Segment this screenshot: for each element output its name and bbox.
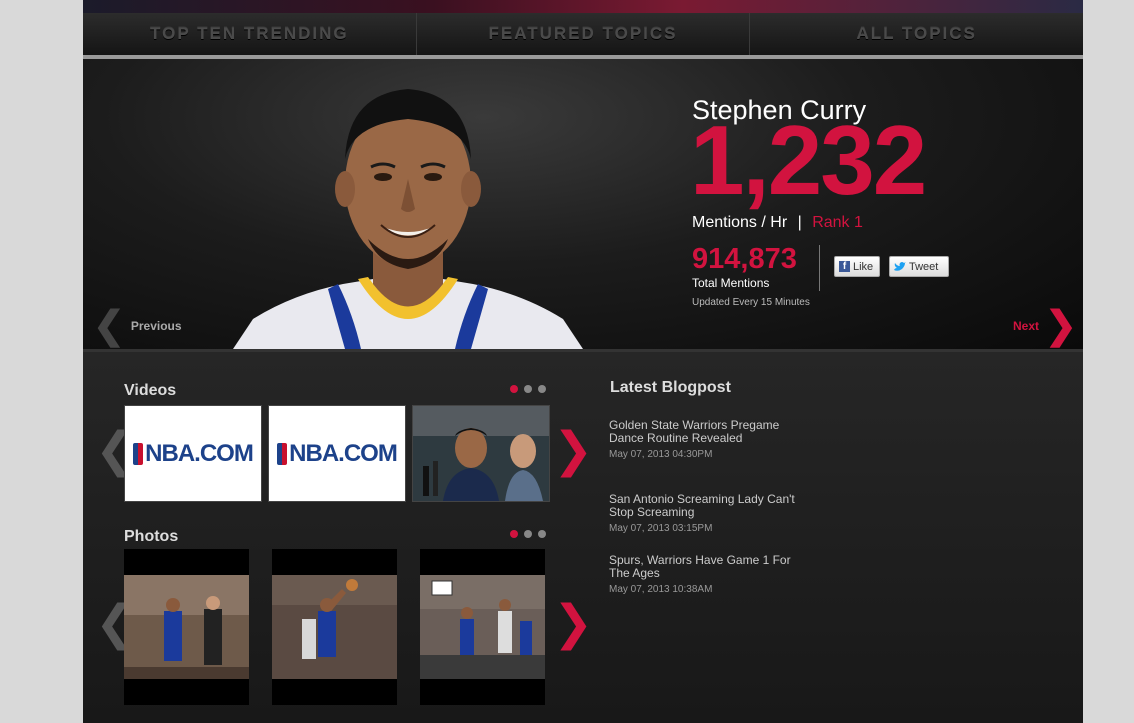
chevron-left-icon: ❮ xyxy=(93,305,125,347)
videos-page-dot-1[interactable] xyxy=(510,385,518,393)
photo-thumb-1[interactable] xyxy=(124,549,249,705)
blog-post-date: May 07, 2013 10:38AM xyxy=(609,584,713,595)
rank-label: Rank 1 xyxy=(812,214,863,231)
total-mentions-label: Total Mentions xyxy=(692,276,770,290)
media-section: Videos ❮ NBA.COM NBA.COM ❯ Photos ❮ ❯ La… xyxy=(83,352,1083,723)
game-photo-1 xyxy=(124,549,249,705)
blog-post-1: Golden State Warriors Pregame Dance Rout… xyxy=(609,419,799,461)
nba-logo: NBA.COM xyxy=(125,406,261,501)
nba-logo-icon xyxy=(277,442,288,465)
videos-page-dot-3[interactable] xyxy=(538,385,546,393)
separator: | xyxy=(797,214,802,231)
photos-title: Photos xyxy=(124,528,179,545)
mentions-per-hour-value: 1,232 xyxy=(690,105,927,215)
tweet-label: Tweet xyxy=(909,260,939,273)
next-label: Next xyxy=(1013,319,1040,333)
photo-thumb-2[interactable] xyxy=(272,549,397,705)
photos-pager xyxy=(510,530,546,538)
previous-button[interactable]: ❮ Previous xyxy=(93,307,182,345)
latest-blogpost-title: Latest Blogpost xyxy=(610,379,731,396)
blog-post-link[interactable]: Golden State Warriors Pregame Dance Rout… xyxy=(609,419,799,445)
previous-label: Previous xyxy=(130,319,182,333)
blog-post-date: May 07, 2013 04:30PM xyxy=(609,449,713,460)
blog-post-date: May 07, 2013 03:15PM xyxy=(609,523,713,534)
hero-panel: Stephen Curry 1,232 Mentions / Hr | Rank… xyxy=(83,59,1083,349)
photos-page-dot-2[interactable] xyxy=(524,530,532,538)
nba-logo: NBA.COM xyxy=(269,406,405,501)
nba-logo-icon xyxy=(133,442,144,465)
nba-logo-text: NBA.COM xyxy=(145,439,254,467)
videos-pager xyxy=(510,385,546,393)
facebook-icon: f xyxy=(839,261,850,272)
page-container: TOP TEN TRENDING FEATURED TOPICS ALL TOP… xyxy=(83,0,1083,723)
videos-page-dot-2[interactable] xyxy=(524,385,532,393)
player-photo xyxy=(233,89,583,349)
videos-title: Videos xyxy=(124,382,177,399)
next-button[interactable]: Next ❯ xyxy=(1013,307,1077,345)
photos-page-dot-3[interactable] xyxy=(538,530,546,538)
tab-top-ten-trending[interactable]: TOP TEN TRENDING xyxy=(83,13,417,55)
tab-all-topics[interactable]: ALL TOPICS xyxy=(750,13,1083,55)
video-thumb-3[interactable] xyxy=(412,405,550,502)
mentions-label: Mentions / Hr xyxy=(692,214,788,231)
tweet-button[interactable]: Tweet xyxy=(889,256,949,277)
photo-thumb-3[interactable] xyxy=(420,549,545,705)
facebook-like-button[interactable]: f Like xyxy=(834,256,880,277)
nba-logo-text: NBA.COM xyxy=(289,439,398,467)
game-photo-3 xyxy=(420,549,545,705)
like-label: Like xyxy=(853,260,874,273)
video-thumb-2[interactable]: NBA.COM xyxy=(268,405,406,502)
main-nav: TOP TEN TRENDING FEATURED TOPICS ALL TOP… xyxy=(83,13,1083,55)
blog-post-link[interactable]: Spurs, Warriors Have Game 1 For The Ages xyxy=(609,554,799,580)
total-mentions-value: 914,873 xyxy=(692,243,797,275)
twitter-bird-icon xyxy=(894,261,906,271)
blog-post-3: Spurs, Warriors Have Game 1 For The Ages… xyxy=(609,554,799,596)
photos-next-arrow[interactable]: ❯ xyxy=(553,600,593,648)
chevron-right-icon: ❯ xyxy=(1045,305,1077,347)
videos-next-arrow[interactable]: ❯ xyxy=(553,427,593,475)
press-conference-image xyxy=(413,406,549,501)
video-thumb-1[interactable]: NBA.COM xyxy=(124,405,262,502)
stats-divider xyxy=(819,245,820,291)
update-frequency-note: Updated Every 15 Minutes xyxy=(692,297,810,308)
blog-post-link[interactable]: San Antonio Screaming Lady Can't Stop Sc… xyxy=(609,493,799,519)
tab-featured-topics[interactable]: FEATURED TOPICS xyxy=(417,13,751,55)
game-photo-2 xyxy=(272,549,397,705)
blog-post-2: San Antonio Screaming Lady Can't Stop Sc… xyxy=(609,493,799,535)
mentions-line: Mentions / Hr | Rank 1 xyxy=(692,214,863,232)
photos-page-dot-1[interactable] xyxy=(510,530,518,538)
top-banner-strip xyxy=(83,0,1083,13)
